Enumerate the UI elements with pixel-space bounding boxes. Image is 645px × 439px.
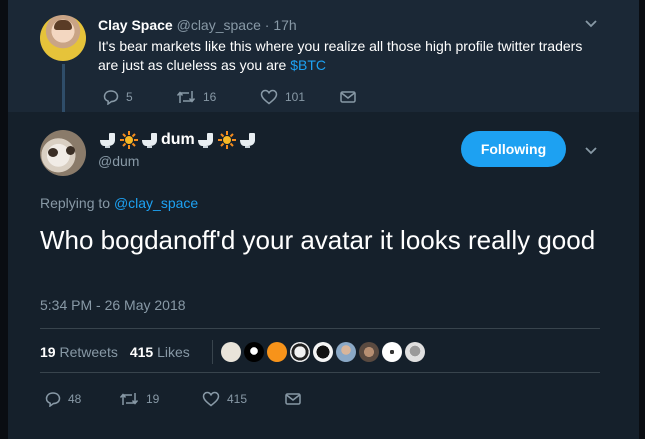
like-button[interactable]: 101 bbox=[260, 89, 340, 105]
thread-connector bbox=[62, 64, 65, 116]
retweets-stat[interactable]: 19 Retweets bbox=[40, 344, 118, 360]
liker-avatars bbox=[220, 342, 425, 362]
tweet-timestamp[interactable]: 5:34 PM - 26 May 2018 bbox=[40, 297, 186, 313]
direct-message-button[interactable] bbox=[340, 90, 356, 104]
main-author-handle[interactable]: @dum bbox=[98, 153, 139, 169]
parent-tweet-header: Clay Space @clay_space · 17h bbox=[98, 17, 297, 33]
right-gutter bbox=[639, 0, 645, 439]
retweet-total: 19 bbox=[40, 344, 56, 360]
liker-avatar[interactable] bbox=[358, 342, 379, 362]
reply-button[interactable]: 48 bbox=[45, 391, 119, 407]
retweet-icon bbox=[176, 89, 196, 105]
parent-tweet-body: It's bear markets like this where you re… bbox=[98, 38, 583, 73]
parent-author-name[interactable]: Clay Space bbox=[98, 17, 173, 33]
likes-label: Likes bbox=[157, 344, 190, 360]
like-button[interactable]: 415 bbox=[202, 391, 285, 407]
replying-to: Replying to @clay_space bbox=[40, 195, 198, 211]
retweet-icon bbox=[119, 391, 139, 407]
retweets-label: Retweets bbox=[59, 344, 118, 360]
toilet-icon bbox=[98, 131, 118, 149]
tweet-stats: 19 Retweets 415 Likes bbox=[40, 340, 425, 364]
liker-avatar[interactable] bbox=[289, 342, 310, 362]
toilet-icon bbox=[238, 131, 258, 149]
dum-avatar[interactable] bbox=[40, 130, 86, 176]
sparkle-icon bbox=[217, 131, 237, 149]
like-count: 101 bbox=[285, 90, 306, 104]
liker-avatar[interactable] bbox=[381, 342, 402, 362]
reply-button[interactable]: 5 bbox=[103, 89, 176, 105]
toilet-icon bbox=[196, 131, 216, 149]
retweet-button[interactable]: 19 bbox=[119, 391, 202, 407]
parent-tweet-text: It's bear markets like this where you re… bbox=[98, 37, 598, 75]
retweet-button[interactable]: 16 bbox=[176, 89, 260, 105]
main-tweet-text: Who bogdanoff'd your avatar it looks rea… bbox=[40, 225, 596, 255]
like-count: 415 bbox=[227, 392, 248, 406]
divider bbox=[40, 372, 600, 373]
display-name-text: dum bbox=[161, 131, 195, 148]
clay-space-avatar[interactable] bbox=[40, 15, 86, 61]
header-separator: · bbox=[264, 17, 270, 33]
sparkle-icon bbox=[119, 131, 139, 149]
reply-count: 5 bbox=[126, 90, 133, 104]
heart-icon bbox=[202, 391, 220, 407]
stats-separator bbox=[211, 340, 213, 364]
reply-icon bbox=[45, 391, 61, 407]
liker-avatar[interactable] bbox=[335, 342, 356, 362]
main-tweet-actions: 48 19 415 bbox=[45, 391, 301, 407]
main-author-name[interactable]: dum bbox=[98, 131, 258, 149]
liker-avatar[interactable] bbox=[266, 342, 287, 362]
heart-icon bbox=[260, 89, 278, 105]
reply-count: 48 bbox=[68, 392, 82, 406]
reply-icon bbox=[103, 89, 119, 105]
cashtag-link[interactable]: $BTC bbox=[290, 57, 326, 73]
envelope-icon bbox=[340, 90, 356, 104]
envelope-icon bbox=[285, 392, 301, 406]
chevron-down-icon[interactable] bbox=[585, 20, 597, 28]
replying-to-link[interactable]: @clay_space bbox=[114, 195, 198, 211]
retweet-count: 19 bbox=[146, 392, 160, 406]
liker-avatar[interactable] bbox=[404, 342, 425, 362]
liker-avatar[interactable] bbox=[243, 342, 264, 362]
liker-avatar[interactable] bbox=[220, 342, 241, 362]
divider bbox=[40, 328, 600, 329]
liker-avatar[interactable] bbox=[312, 342, 333, 362]
replying-to-prefix: Replying to bbox=[40, 195, 111, 211]
likes-stat[interactable]: 415 Likes bbox=[130, 344, 190, 360]
parent-author-handle[interactable]: @clay_space bbox=[177, 17, 261, 33]
direct-message-button[interactable] bbox=[285, 392, 301, 406]
parent-tweet-actions: 5 16 101 bbox=[103, 89, 356, 105]
like-total: 415 bbox=[129, 344, 154, 360]
parent-tweet-time[interactable]: 17h bbox=[273, 17, 296, 33]
chevron-down-icon[interactable] bbox=[585, 147, 597, 155]
following-button[interactable]: Following bbox=[461, 131, 566, 167]
toilet-icon bbox=[140, 131, 160, 149]
retweet-count: 16 bbox=[203, 90, 217, 104]
left-gutter bbox=[0, 0, 8, 439]
